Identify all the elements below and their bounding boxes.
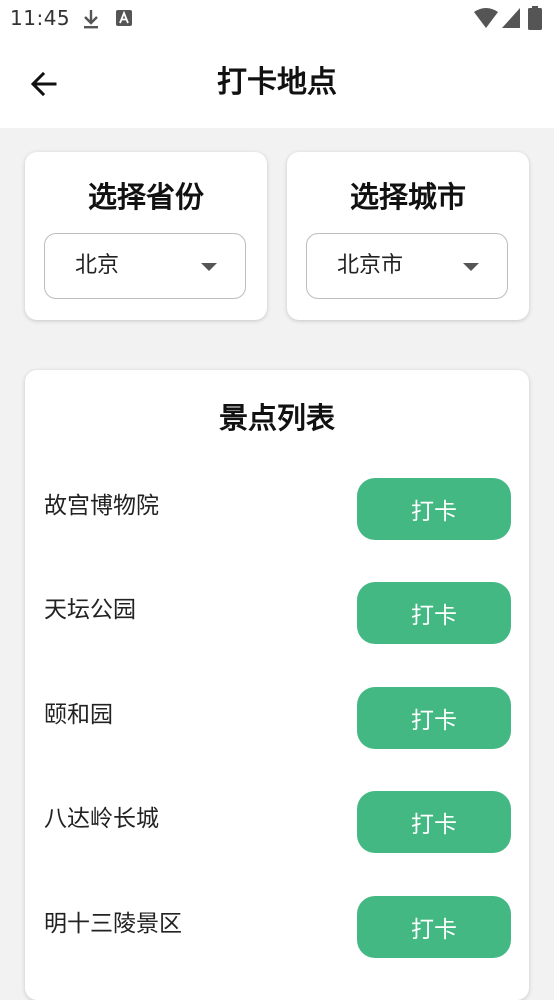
city-heading: 选择城市 xyxy=(349,180,466,214)
attraction-name: 天坛公园 xyxy=(44,597,136,623)
status-time: 11:45 xyxy=(10,6,71,30)
list-item: 八达岭长城 打卡 xyxy=(25,791,529,853)
checkin-button[interactable]: 打卡 xyxy=(357,687,511,749)
app-bar: 打卡地点 xyxy=(0,38,554,128)
download-icon xyxy=(84,10,98,29)
attraction-name: 八达岭长城 xyxy=(44,806,159,832)
checkin-button[interactable]: 打卡 xyxy=(357,582,511,644)
list-item: 故宫博物院 打卡 xyxy=(25,478,529,540)
caret-down-icon xyxy=(201,263,217,271)
signal-icon xyxy=(502,8,520,28)
city-card: 选择城市 北京市 xyxy=(287,152,529,320)
list-item: 天坛公园 打卡 xyxy=(25,582,529,644)
list-item: 颐和园 打卡 xyxy=(25,687,529,749)
a-icon xyxy=(116,10,132,26)
back-button[interactable] xyxy=(24,64,64,104)
province-dropdown[interactable]: 北京 xyxy=(44,233,246,299)
province-card: 选择省份 北京 xyxy=(25,152,267,320)
attraction-name: 明十三陵景区 xyxy=(44,911,182,937)
city-selected: 北京市 xyxy=(337,253,404,278)
list-item: 明十三陵景区 打卡 xyxy=(25,896,529,958)
attractions-heading: 景点列表 xyxy=(218,401,335,435)
status-bar: 11:45 xyxy=(0,0,554,38)
attraction-name: 故宫博物院 xyxy=(44,493,159,519)
battery-icon xyxy=(528,6,542,30)
arrow-left-icon xyxy=(30,71,57,97)
page-title: 打卡地点 xyxy=(217,65,337,100)
province-heading: 选择省份 xyxy=(87,180,204,214)
attraction-name: 颐和园 xyxy=(44,702,113,728)
province-selected: 北京 xyxy=(75,253,120,278)
attractions-card: 景点列表 故宫博物院 打卡 天坛公园 打卡 颐和园 打卡 八达岭长城 打卡 明十… xyxy=(25,370,529,1000)
wifi-icon xyxy=(474,8,498,28)
checkin-button[interactable]: 打卡 xyxy=(357,478,511,540)
city-dropdown[interactable]: 北京市 xyxy=(306,233,508,299)
caret-down-icon xyxy=(463,263,479,271)
checkin-button[interactable]: 打卡 xyxy=(357,791,511,853)
checkin-button[interactable]: 打卡 xyxy=(357,896,511,958)
